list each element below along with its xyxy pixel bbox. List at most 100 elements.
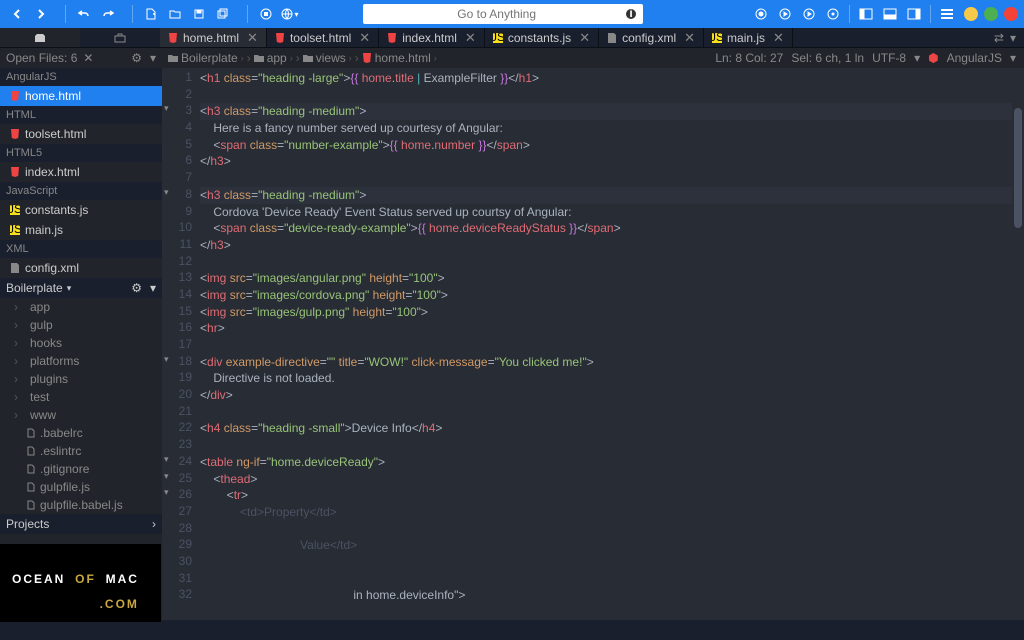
line-number[interactable]: 7 [162,170,200,187]
toolbox-panel-tab[interactable] [80,28,160,47]
line-number[interactable]: 5 [162,137,200,154]
sidebar-group-header[interactable]: JavaScript [0,182,162,200]
code-line[interactable]: Value</td> [200,537,1012,554]
projects-footer[interactable]: Projects› [0,514,162,534]
right-pane-toggle[interactable] [903,4,925,24]
tree-item[interactable]: ›test [0,388,162,406]
tree-item[interactable]: gulpfile.js [0,478,162,496]
line-number[interactable]: 2 [162,87,200,104]
tab-config-xml[interactable]: config.xml✕ [599,28,704,47]
code-line[interactable] [200,521,1012,538]
line-number[interactable]: 10 [162,220,200,237]
fold-icon[interactable]: ▾ [164,454,169,465]
browser-preview-button[interactable]: ▾ [279,4,301,24]
fold-icon[interactable]: ▾ [164,187,169,198]
line-number[interactable]: 15 [162,304,200,321]
window-minimize-button[interactable] [964,7,978,21]
line-number[interactable]: 19 [162,370,200,387]
sidebar-file-item[interactable]: home.html [0,86,162,106]
sidebar-file-item[interactable]: index.html [0,162,162,182]
code-line[interactable]: </h3> [200,153,1012,170]
go-to-anything-search[interactable]: i [363,4,643,24]
tree-item[interactable]: ›www [0,406,162,424]
search-input[interactable] [369,7,625,21]
tree-item[interactable]: .gitignore [0,460,162,478]
collapse-icon[interactable]: ▾ [150,281,156,295]
line-number[interactable]: 12 [162,254,200,271]
code-line[interactable]: Cordova 'Device Ready' Event Status serv… [200,204,1012,221]
tab-close-icon[interactable]: ✕ [359,30,370,46]
line-number[interactable]: 20 [162,387,200,404]
code-line[interactable]: <tr> [200,487,1012,504]
code-line[interactable]: <div example-directive="" title="WOW!" c… [200,354,1012,371]
line-number[interactable]: 6 [162,153,200,170]
tabs-overflow-icon[interactable]: ⇄ [994,31,1004,45]
fold-icon[interactable]: ▾ [164,487,169,498]
new-file-button[interactable] [140,4,162,24]
code-line[interactable] [200,571,1012,588]
tree-item[interactable]: ›plugins [0,370,162,388]
line-number[interactable]: 30 [162,554,200,571]
line-number[interactable]: 14 [162,287,200,304]
line-number[interactable]: 9 [162,204,200,221]
tab-close-icon[interactable]: ✕ [247,30,258,46]
record-macro-button[interactable] [750,4,772,24]
encoding-dropdown-icon[interactable]: ▾ [914,51,920,65]
tab-close-icon[interactable]: ✕ [465,30,476,46]
tab-main-js[interactable]: JSmain.js✕ [704,28,793,47]
code-line[interactable]: <td>Property</td> [200,504,1012,521]
line-number[interactable]: 17 [162,337,200,354]
fold-icon[interactable]: ▾ [164,354,169,365]
breadcrumb-item[interactable]: Boilerplate › [168,51,244,65]
tree-item[interactable]: ›hooks [0,334,162,352]
nav-back-button[interactable] [6,4,28,24]
open-files-collapse-icon[interactable]: ▾ [150,51,156,65]
sidebar-file-item[interactable]: config.xml [0,258,162,278]
nav-forward-button[interactable] [30,4,52,24]
tab-constants-js[interactable]: JSconstants.js✕ [485,28,599,47]
code-line[interactable]: <hr> [200,320,1012,337]
code-line[interactable] [200,404,1012,421]
line-number[interactable]: 13 [162,270,200,287]
tab-close-icon[interactable]: ✕ [684,30,695,46]
code-area[interactable]: <h1 class="heading -large">{{ home.title… [200,68,1012,620]
line-number[interactable]: 1 [162,70,200,87]
breadcrumb-item[interactable]: home.html › [362,51,437,65]
breadcrumb-item[interactable]: views › [303,51,352,65]
save-all-button[interactable] [212,4,234,24]
line-number[interactable]: 4 [162,120,200,137]
tree-item[interactable]: ›platforms [0,352,162,370]
scrollbar-thumb[interactable] [1014,108,1022,228]
line-number[interactable]: ▾18 [162,354,200,371]
bottom-pane-toggle[interactable] [879,4,901,24]
tree-item[interactable]: ›app [0,298,162,316]
code-line[interactable] [200,170,1012,187]
sidebar-group-header[interactable]: XML [0,240,162,258]
fold-icon[interactable]: ▾ [164,103,169,114]
tree-item[interactable]: .babelrc [0,424,162,442]
tab-toolset-html[interactable]: toolset.html✕ [267,28,379,47]
line-number[interactable]: 23 [162,437,200,454]
code-line[interactable]: <h4 class="heading -small">Device Info</… [200,420,1012,437]
line-number[interactable]: 29 [162,537,200,554]
code-editor[interactable]: 12▾34567▾891011121314151617▾181920212223… [162,68,1024,620]
code-line[interactable]: </div> [200,387,1012,404]
sidebar-group-header[interactable]: HTML [0,106,162,124]
breadcrumb-item[interactable]: app › [254,51,293,65]
project-header[interactable]: Boilerplate▾⚙▾ [0,278,162,298]
open-files-gear-icon[interactable]: ⚙ [131,51,142,65]
run-button[interactable] [798,4,820,24]
code-line[interactable]: <h3 class="heading -medium"> [200,187,1012,204]
code-line[interactable]: <span class="number-example">{{ home.num… [200,137,1012,154]
line-number[interactable]: 31 [162,571,200,588]
code-line[interactable]: </h3> [200,237,1012,254]
encoding[interactable]: UTF-8 [872,51,906,65]
code-line[interactable]: <thead> [200,471,1012,488]
places-panel-tab[interactable] [0,28,80,47]
undo-button[interactable] [73,4,95,24]
code-line[interactable]: <img src="images/gulp.png" height="100"> [200,304,1012,321]
line-number[interactable]: ▾26 [162,487,200,504]
line-number[interactable]: 22 [162,420,200,437]
window-close-button[interactable] [1004,7,1018,21]
play-macro-button[interactable] [774,4,796,24]
